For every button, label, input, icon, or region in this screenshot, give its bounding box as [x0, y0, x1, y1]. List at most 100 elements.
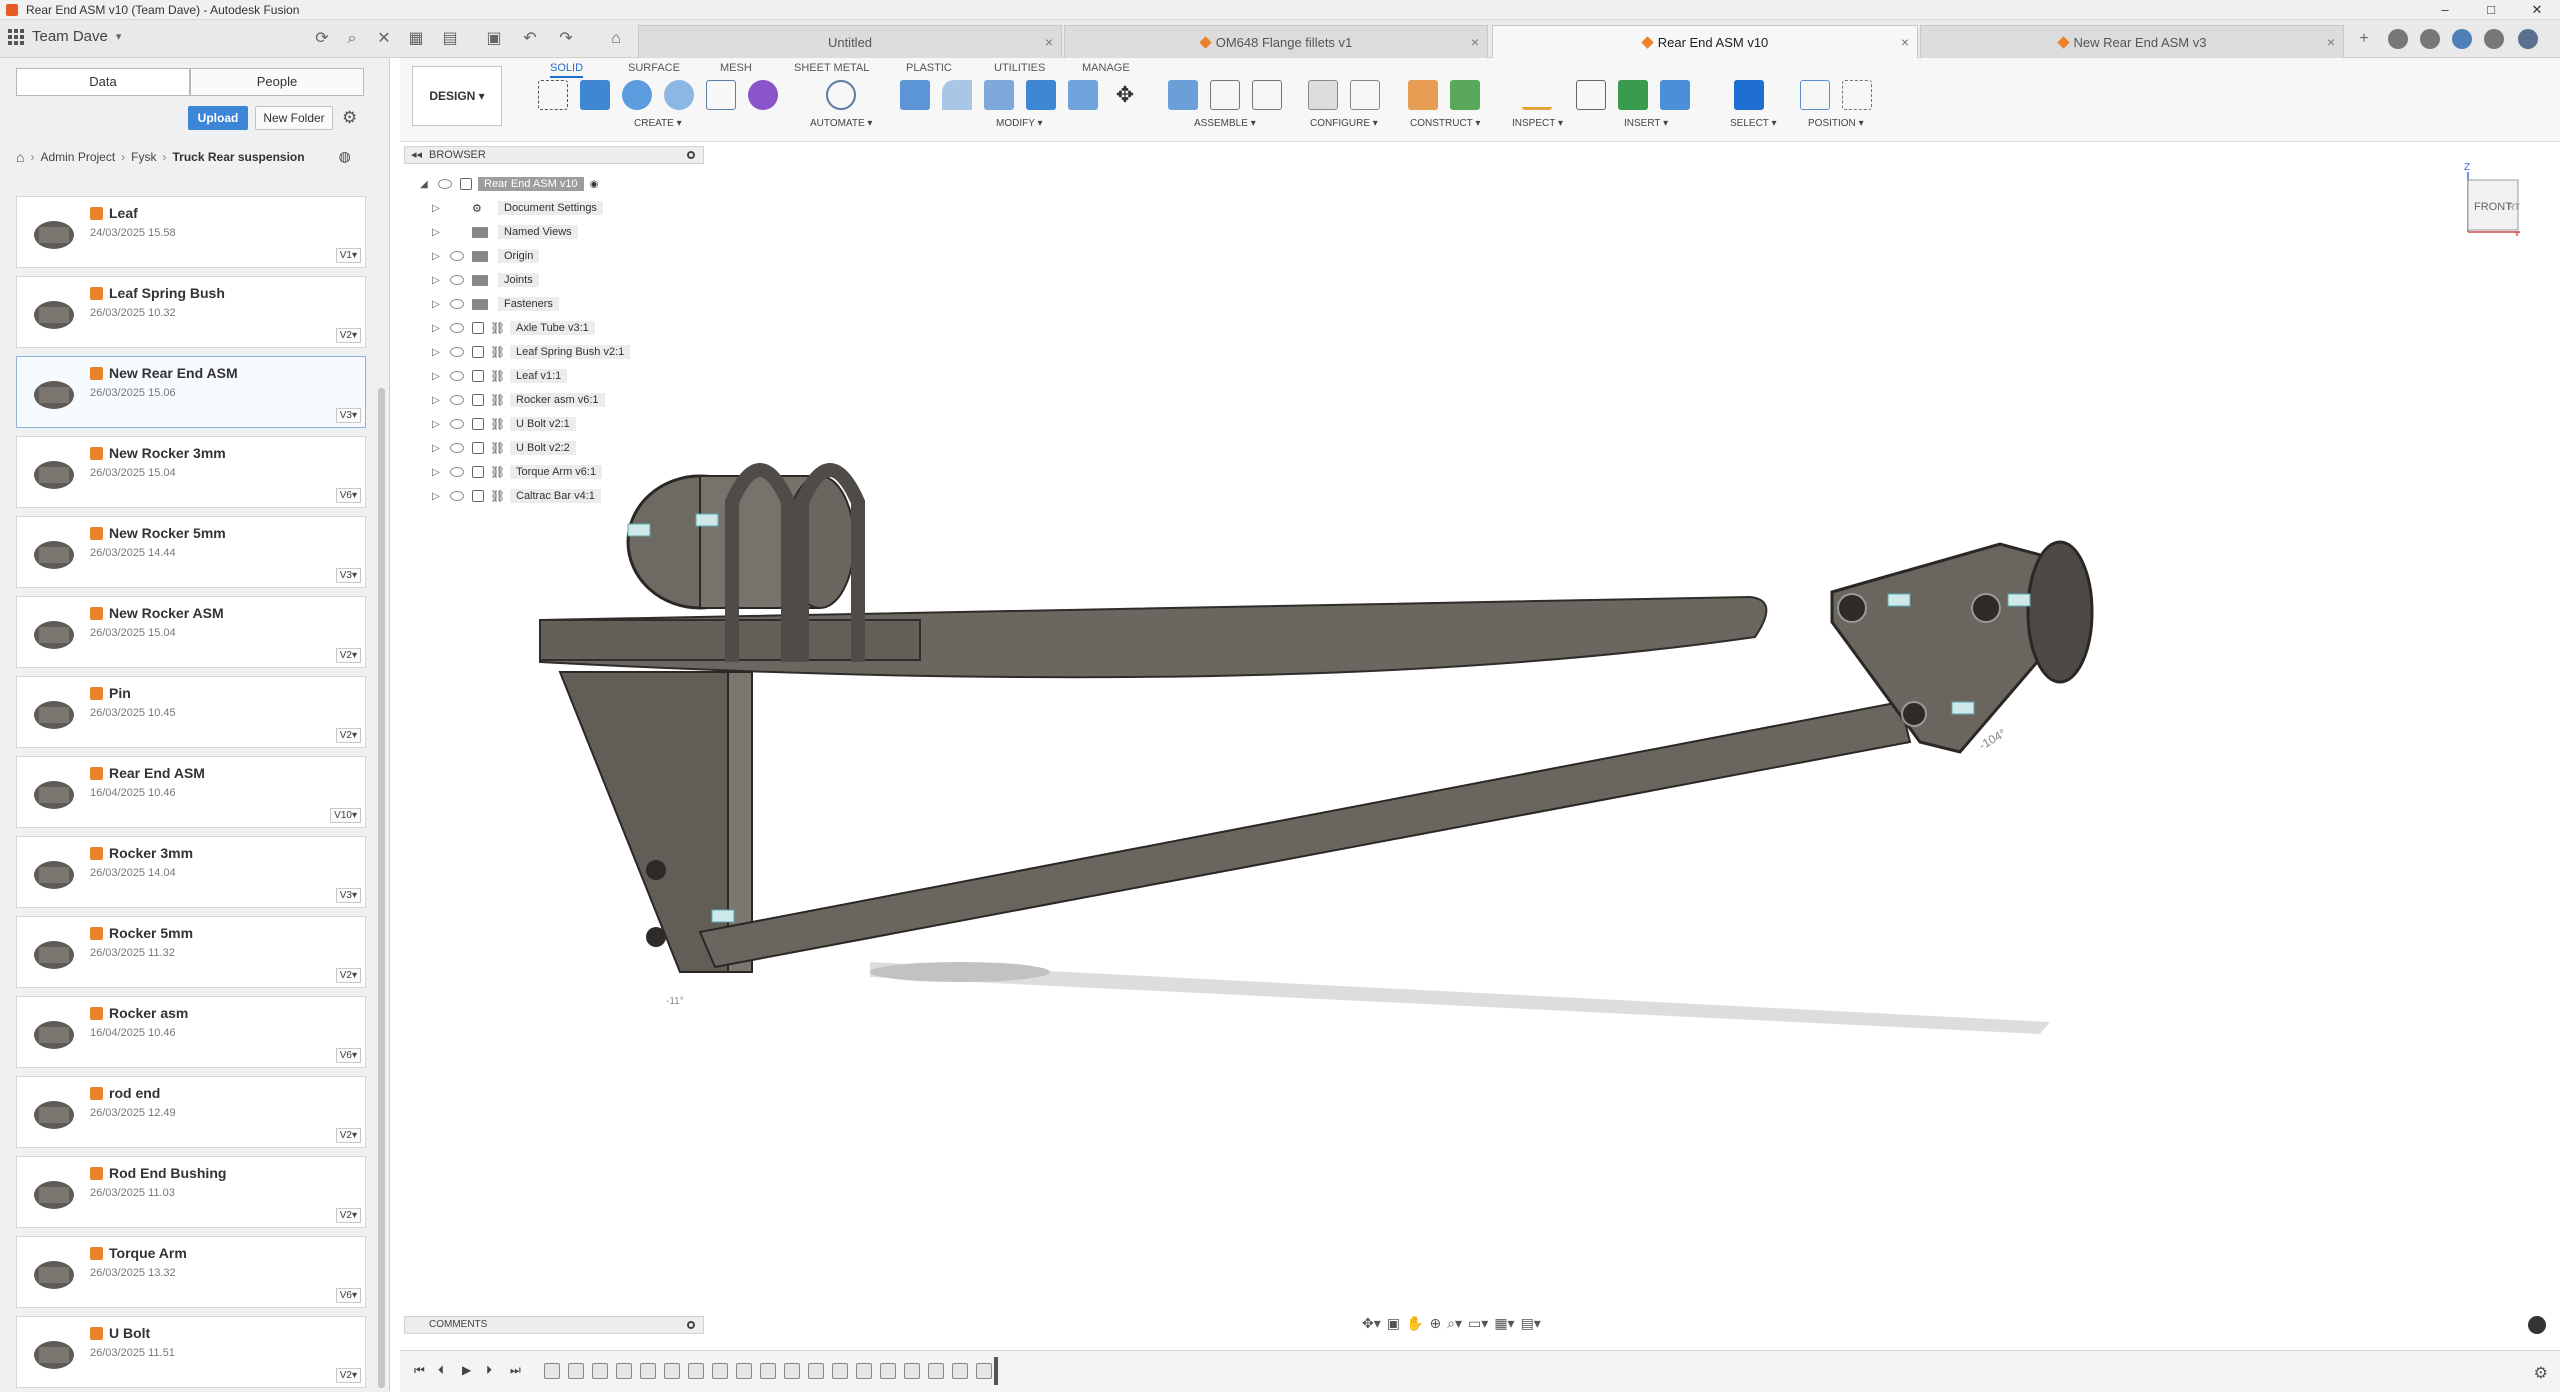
tree-item[interactable]: ▷ ⛓ Leaf v1:1 — [432, 364, 630, 388]
file-item[interactable]: Rear End ASM 16/04/2025 10.46 V10▾ — [16, 756, 366, 828]
close-icon[interactable]: × — [1045, 34, 1053, 50]
scrollbar[interactable] — [378, 388, 385, 1388]
timeline-feature[interactable] — [736, 1363, 752, 1379]
expand-triangle-icon[interactable]: ▷ — [432, 203, 442, 214]
timeline-feature[interactable] — [640, 1363, 656, 1379]
rocker-pivot[interactable] — [2026, 540, 2094, 684]
pattern-icon[interactable] — [706, 80, 736, 110]
create-sketch-icon[interactable] — [538, 80, 568, 110]
assistant-icon[interactable] — [2528, 1316, 2546, 1334]
model-view[interactable]: -104° -11° — [400, 142, 2560, 1302]
assemble-menu[interactable]: ASSEMBLE ▾ — [1194, 118, 1256, 129]
configure-icon[interactable] — [1308, 80, 1338, 110]
tab-new-rear-end-asm[interactable]: New Rear End ASM v3 × — [1920, 25, 2344, 58]
tab-utilities[interactable]: UTILITIES — [994, 62, 1045, 74]
expand-triangle-icon[interactable]: ▷ — [432, 395, 442, 406]
new-folder-button[interactable]: New Folder — [255, 106, 333, 130]
measure-icon[interactable] — [1522, 80, 1552, 110]
pan-icon[interactable]: ✋ — [1406, 1315, 1423, 1332]
eye-icon[interactable] — [438, 179, 452, 189]
file-item[interactable]: U Bolt 26/03/2025 11.51 V2▾ — [16, 1316, 366, 1388]
file-item[interactable]: New Rocker 3mm 26/03/2025 15.04 V6▾ — [16, 436, 366, 508]
eye-icon[interactable] — [450, 371, 464, 381]
upload-button[interactable]: Upload — [188, 106, 248, 130]
timeline-feature[interactable] — [688, 1363, 704, 1379]
fit-icon[interactable]: ⌕▾ — [1447, 1315, 1462, 1332]
plane-along-path-icon[interactable] — [1450, 80, 1480, 110]
tree-item[interactable]: ▷ ⛓ Caltrac Bar v4:1 — [432, 484, 630, 508]
breadcrumb-item[interactable]: Fysk — [131, 150, 156, 164]
tab-manage[interactable]: MANAGE — [1082, 62, 1130, 74]
timeline-feature[interactable] — [928, 1363, 944, 1379]
version-badge[interactable]: V2▾ — [335, 328, 361, 343]
angle-dimension[interactable]: -104° — [1977, 726, 2009, 753]
torque-arm-bracket[interactable] — [558, 671, 731, 973]
maximize-button[interactable]: □ — [2468, 0, 2514, 20]
joint-glyph[interactable] — [695, 513, 719, 527]
look-at-icon[interactable]: ▣ — [1387, 1315, 1400, 1332]
timeline-feature[interactable] — [712, 1363, 728, 1379]
tree-item[interactable]: ▷ Joints — [432, 268, 630, 292]
file-item[interactable]: New Rocker 5mm 26/03/2025 14.44 V3▾ — [16, 516, 366, 588]
as-built-joint-icon[interactable] — [1252, 80, 1282, 110]
automate-icon[interactable] — [826, 80, 856, 110]
timeline-feature[interactable] — [616, 1363, 632, 1379]
file-item[interactable]: Torque Arm 26/03/2025 13.32 V6▾ — [16, 1236, 366, 1308]
file-item[interactable]: rod end 26/03/2025 12.49 V2▾ — [16, 1076, 366, 1148]
tree-item[interactable]: ▷ ⚙ Document Settings — [432, 196, 630, 220]
eye-icon[interactable] — [450, 323, 464, 333]
expand-triangle-icon[interactable]: ▷ — [432, 419, 442, 430]
offset-plane-icon[interactable] — [1408, 80, 1438, 110]
insert-mesh-icon[interactable] — [1618, 80, 1648, 110]
notifications-icon[interactable] — [2452, 29, 2472, 49]
combine-icon[interactable] — [1026, 80, 1056, 110]
undo-icon[interactable]: ↶ — [520, 29, 540, 49]
version-badge[interactable]: V2▾ — [335, 1128, 361, 1143]
job-status-icon[interactable] — [2420, 29, 2440, 49]
fillet-icon[interactable] — [942, 80, 972, 110]
globe-icon[interactable]: ◍ — [339, 148, 351, 165]
new-component-icon[interactable] — [1168, 80, 1198, 110]
close-icon[interactable]: × — [1471, 34, 1479, 50]
tree-item[interactable]: ▷ ⛓ Axle Tube v3:1 — [432, 316, 630, 340]
select-menu[interactable]: SELECT ▾ — [1730, 118, 1777, 129]
orbit-icon[interactable]: ✥▾ — [1362, 1315, 1381, 1332]
extensions-icon[interactable] — [2388, 29, 2408, 49]
press-pull-icon[interactable] — [900, 80, 930, 110]
expand-triangle-icon[interactable]: ▷ — [432, 347, 442, 358]
shell-icon[interactable] — [1068, 80, 1098, 110]
file-item[interactable]: New Rocker ASM 26/03/2025 15.04 V2▾ — [16, 596, 366, 668]
version-badge[interactable]: V3▾ — [335, 568, 361, 583]
step-back-icon[interactable]: ⏴ — [438, 1363, 444, 1378]
tab-sheet-metal[interactable]: SHEET METAL — [794, 62, 869, 74]
view-cube-right[interactable]: RT — [2508, 202, 2520, 212]
timeline-feature[interactable] — [832, 1363, 848, 1379]
form-icon[interactable] — [748, 80, 778, 110]
breadcrumb-item[interactable]: Admin Project — [40, 150, 115, 164]
eye-icon[interactable] — [450, 467, 464, 477]
file-item[interactable]: Rocker 5mm 26/03/2025 11.32 V2▾ — [16, 916, 366, 988]
comments-panel[interactable]: COMMENTS — [404, 1316, 704, 1334]
timeline-feature[interactable] — [664, 1363, 680, 1379]
tree-item[interactable]: ▷ ⛓ U Bolt v2:1 — [432, 412, 630, 436]
collapse-icon[interactable]: ◂◂ — [411, 147, 422, 163]
insert-derive-icon[interactable] — [1576, 80, 1606, 110]
tab-rear-end-asm[interactable]: Rear End ASM v10 × — [1492, 25, 1918, 58]
canvas-icon[interactable] — [1660, 80, 1690, 110]
version-badge[interactable]: V3▾ — [335, 888, 361, 903]
tree-item[interactable]: ▷ Named Views — [432, 220, 630, 244]
configuration-table-icon[interactable] — [1350, 80, 1380, 110]
timeline-feature[interactable] — [952, 1363, 968, 1379]
file-item[interactable]: New Rear End ASM 26/03/2025 15.06 V3▾ — [16, 356, 366, 428]
configure-menu[interactable]: CONFIGURE ▾ — [1310, 118, 1378, 129]
version-badge[interactable]: V2▾ — [335, 1368, 361, 1383]
play-icon[interactable]: ▶ — [462, 1363, 471, 1377]
tree-item[interactable]: ▷ ⛓ Rocker asm v6:1 — [432, 388, 630, 412]
timeline-feature[interactable] — [544, 1363, 560, 1379]
version-badge[interactable]: V6▾ — [335, 488, 361, 503]
version-badge[interactable]: V6▾ — [335, 1288, 361, 1303]
timeline-feature[interactable] — [904, 1363, 920, 1379]
revert-position-icon[interactable] — [1842, 80, 1872, 110]
inspect-menu[interactable]: INSPECT ▾ — [1512, 118, 1563, 129]
hole-icon[interactable] — [664, 80, 694, 110]
